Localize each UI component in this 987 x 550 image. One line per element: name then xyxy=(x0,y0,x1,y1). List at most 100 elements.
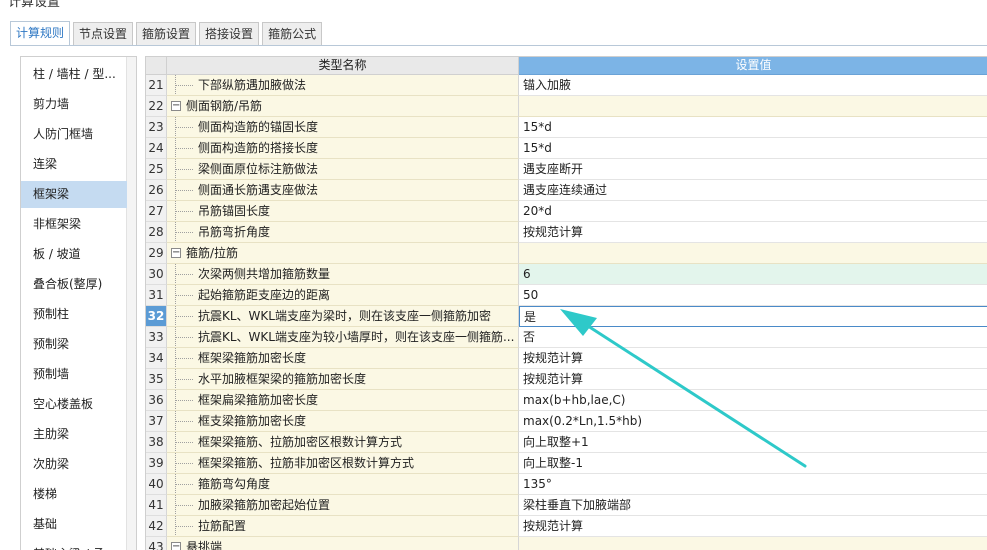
table-row[interactable]: 39 框架梁箍筋、拉筋非加密区根数计算方式 向上取整-1 xyxy=(146,453,987,474)
type-name-cell[interactable]: 框架扁梁箍筋加密长度 xyxy=(167,390,519,411)
sidebar-item[interactable]: 基础 xyxy=(21,511,127,538)
setting-value-cell[interactable]: 15*d xyxy=(519,117,987,138)
setting-value-cell[interactable]: 遇支座连续通过 xyxy=(519,180,987,201)
table-row[interactable]: 27 吊筋锚固长度 20*d xyxy=(146,201,987,222)
type-name-cell[interactable]: 抗震KL、WKL端支座为较小墙厚时，则在该支座一侧箍筋... xyxy=(167,327,519,348)
setting-value-cell[interactable]: 按规范计算 xyxy=(519,516,987,537)
tab-2[interactable]: 箍筋设置 xyxy=(136,22,197,46)
collapse-icon[interactable]: − xyxy=(171,248,181,258)
setting-value-cell[interactable]: 梁柱垂直下加腋端部 xyxy=(519,495,987,516)
setting-value-cell[interactable] xyxy=(519,243,987,264)
type-name-cell[interactable]: 抗震KL、WKL端支座为梁时，则在该支座一侧箍筋加密 xyxy=(167,306,519,327)
tree-connector xyxy=(171,432,193,452)
tab-1[interactable]: 节点设置 xyxy=(73,22,134,46)
type-name-cell[interactable]: 侧面构造筋的锚固长度 xyxy=(167,117,519,138)
setting-value-cell[interactable] xyxy=(519,96,987,117)
type-name-cell[interactable]: 框架梁箍筋、拉筋非加密区根数计算方式 xyxy=(167,453,519,474)
type-name-cell[interactable]: 侧面构造筋的搭接长度 xyxy=(167,138,519,159)
setting-value-cell[interactable]: 20*d xyxy=(519,201,987,222)
setting-value-cell[interactable]: 按规范计算 xyxy=(519,222,987,243)
type-name-cell[interactable]: 梁侧面原位标注筋做法 xyxy=(167,159,519,180)
setting-value-cell[interactable]: 50 xyxy=(519,285,987,306)
table-row[interactable]: 28 吊筋弯折角度 按规范计算 xyxy=(146,222,987,243)
sidebar-item[interactable]: 叠合板(整厚) xyxy=(21,271,127,298)
setting-value-cell[interactable]: 否 xyxy=(519,327,987,348)
setting-value-cell[interactable]: 向上取整+1 xyxy=(519,432,987,453)
setting-value-cell[interactable]: max(0.2*Ln,1.5*hb) xyxy=(519,411,987,432)
sidebar-item[interactable]: 板 / 坡道 xyxy=(21,241,127,268)
table-row[interactable]: 36 框架扁梁箍筋加密长度 max(b+hb,lae,C) xyxy=(146,390,987,411)
sidebar-item[interactable]: 预制梁 xyxy=(21,331,127,358)
setting-value-cell[interactable]: 遇支座断开 xyxy=(519,159,987,180)
table-row[interactable]: 26 侧面通长筋遇支座做法 遇支座连续通过 xyxy=(146,180,987,201)
type-name-cell[interactable]: 框架梁箍筋加密长度 xyxy=(167,348,519,369)
sidebar-item[interactable]: 空心楼盖板 xyxy=(21,391,127,418)
table-row[interactable]: 40 箍筋弯勾角度 135° xyxy=(146,474,987,495)
type-name-cell[interactable]: 吊筋弯折角度 xyxy=(167,222,519,243)
type-name-cell[interactable]: − 侧面钢筋/吊筋 xyxy=(167,96,519,117)
type-name-cell[interactable]: 侧面通长筋遇支座做法 xyxy=(167,180,519,201)
setting-value-cell[interactable]: 是 xyxy=(519,306,987,327)
type-name-cell[interactable]: 次梁两侧共增加箍筋数量 xyxy=(167,264,519,285)
tab-0[interactable]: 计算规则 xyxy=(10,21,71,46)
table-row[interactable]: 32 抗震KL、WKL端支座为梁时，则在该支座一侧箍筋加密 是 xyxy=(146,306,987,327)
table-row[interactable]: 23 侧面构造筋的锚固长度 15*d xyxy=(146,117,987,138)
table-row[interactable]: 30 次梁两侧共增加箍筋数量 6 xyxy=(146,264,987,285)
setting-value-cell[interactable]: 6 xyxy=(519,264,987,285)
type-name-cell[interactable]: 箍筋弯勾角度 xyxy=(167,474,519,495)
setting-value-cell[interactable]: 按规范计算 xyxy=(519,348,987,369)
header-type-name[interactable]: 类型名称 xyxy=(167,57,519,75)
type-name-cell[interactable]: 拉筋配置 xyxy=(167,516,519,537)
sidebar-item[interactable]: 次肋梁 xyxy=(21,451,127,478)
table-row[interactable]: 29− 箍筋/拉筋 xyxy=(146,243,987,264)
table-row[interactable]: 35 水平加腋框架梁的箍筋加密长度 按规范计算 xyxy=(146,369,987,390)
table-row[interactable]: 24 侧面构造筋的搭接长度 15*d xyxy=(146,138,987,159)
sidebar-item[interactable]: 基础主梁 / 承... xyxy=(21,541,127,550)
component-type-list[interactable]: 柱 / 墙柱 / 型... 剪力墙人防门框墙连梁框架梁非框架梁板 / 坡道 叠合板(… xyxy=(20,56,137,550)
type-name-cell[interactable]: 加腋梁箍筋加密起始位置 xyxy=(167,495,519,516)
type-name-cell[interactable]: 框支梁箍筋加密长度 xyxy=(167,411,519,432)
table-row[interactable]: 31 起始箍筋距支座边的距离 50 xyxy=(146,285,987,306)
sidebar-item[interactable]: 框架梁 xyxy=(21,181,127,208)
table-row[interactable]: 43− 悬挑端 xyxy=(146,537,987,550)
collapse-icon[interactable]: − xyxy=(171,101,181,111)
header-setting-value[interactable]: 设置值 xyxy=(519,57,987,75)
setting-value-cell[interactable]: 按规范计算 xyxy=(519,369,987,390)
type-name-cell[interactable]: 下部纵筋遇加腋做法 xyxy=(167,75,519,96)
sidebar-item[interactable]: 柱 / 墙柱 / 型... xyxy=(21,61,127,88)
sidebar-scrollbar[interactable] xyxy=(126,57,136,550)
sidebar-item[interactable]: 剪力墙 xyxy=(21,91,127,118)
setting-value-cell[interactable]: 锚入加腋 xyxy=(519,75,987,96)
sidebar-item[interactable]: 连梁 xyxy=(21,151,127,178)
table-row[interactable]: 37 框支梁箍筋加密长度 max(0.2*Ln,1.5*hb) xyxy=(146,411,987,432)
collapse-icon[interactable]: − xyxy=(171,542,181,550)
sidebar-item[interactable]: 非框架梁 xyxy=(21,211,127,238)
type-name-cell[interactable]: 框架梁箍筋、拉筋加密区根数计算方式 xyxy=(167,432,519,453)
setting-value-cell[interactable]: 135° xyxy=(519,474,987,495)
type-name-label: 侧面钢筋/吊筋 xyxy=(186,99,263,113)
setting-value-cell[interactable] xyxy=(519,537,987,550)
setting-value-cell[interactable]: 向上取整-1 xyxy=(519,453,987,474)
type-name-cell[interactable]: − 箍筋/拉筋 xyxy=(167,243,519,264)
table-row[interactable]: 25 梁侧面原位标注筋做法 遇支座断开 xyxy=(146,159,987,180)
type-name-cell[interactable]: − 悬挑端 xyxy=(167,537,519,550)
type-name-cell[interactable]: 起始箍筋距支座边的距离 xyxy=(167,285,519,306)
sidebar-item[interactable]: 主肋梁 xyxy=(21,421,127,448)
table-row[interactable]: 34 框架梁箍筋加密长度 按规范计算 xyxy=(146,348,987,369)
type-name-cell[interactable]: 水平加腋框架梁的箍筋加密长度 xyxy=(167,369,519,390)
sidebar-item[interactable]: 人防门框墙 xyxy=(21,121,127,148)
sidebar-item[interactable]: 预制墙 xyxy=(21,361,127,388)
table-row[interactable]: 21 下部纵筋遇加腋做法 锚入加腋 xyxy=(146,75,987,96)
setting-value-cell[interactable]: 15*d xyxy=(519,138,987,159)
setting-value-cell[interactable]: max(b+hb,lae,C) xyxy=(519,390,987,411)
table-row[interactable]: 42 拉筋配置 按规范计算 xyxy=(146,516,987,537)
type-name-cell[interactable]: 吊筋锚固长度 xyxy=(167,201,519,222)
sidebar-item[interactable]: 预制柱 xyxy=(21,301,127,328)
tab-4[interactable]: 箍筋公式 xyxy=(262,22,323,46)
sidebar-item[interactable]: 楼梯 xyxy=(21,481,127,508)
table-row[interactable]: 22− 侧面钢筋/吊筋 xyxy=(146,96,987,117)
table-row[interactable]: 33 抗震KL、WKL端支座为较小墙厚时，则在该支座一侧箍筋... 否 xyxy=(146,327,987,348)
table-row[interactable]: 41 加腋梁箍筋加密起始位置 梁柱垂直下加腋端部 xyxy=(146,495,987,516)
table-row[interactable]: 38 框架梁箍筋、拉筋加密区根数计算方式 向上取整+1 xyxy=(146,432,987,453)
tab-3[interactable]: 搭接设置 xyxy=(199,22,260,46)
